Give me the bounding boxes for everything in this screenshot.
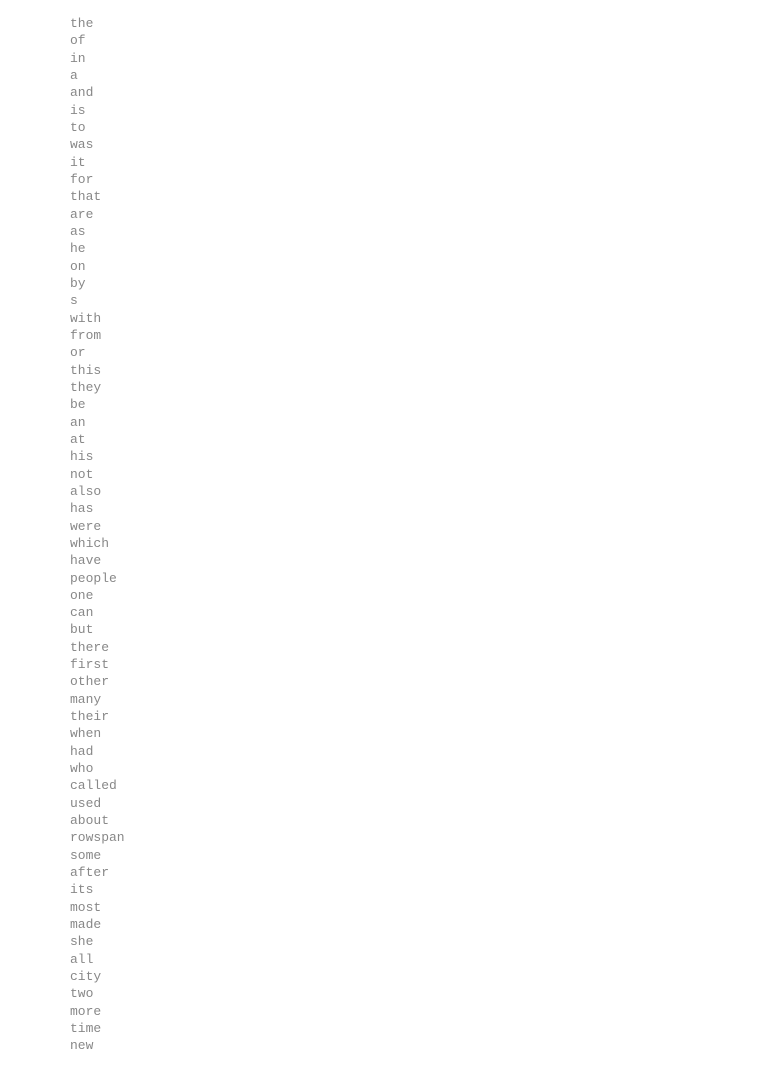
- list-item: s: [70, 292, 698, 309]
- word-list: theofinaandistowasitforthatareasheonbysw…: [70, 15, 698, 1055]
- list-item: rowspan: [70, 829, 698, 846]
- list-item: other: [70, 673, 698, 690]
- list-item: of: [70, 32, 698, 49]
- list-item: to: [70, 119, 698, 136]
- list-item: be: [70, 396, 698, 413]
- list-item: all: [70, 951, 698, 968]
- list-item: at: [70, 431, 698, 448]
- list-item: she: [70, 933, 698, 950]
- list-item: used: [70, 795, 698, 812]
- list-item: more: [70, 1003, 698, 1020]
- list-item: was: [70, 136, 698, 153]
- list-item: called: [70, 777, 698, 794]
- list-item: has: [70, 500, 698, 517]
- list-item: when: [70, 725, 698, 742]
- list-item: city: [70, 968, 698, 985]
- list-item: as: [70, 223, 698, 240]
- list-item: some: [70, 847, 698, 864]
- list-item: who: [70, 760, 698, 777]
- list-item: made: [70, 916, 698, 933]
- list-item: time: [70, 1020, 698, 1037]
- list-item: but: [70, 621, 698, 638]
- list-item: which: [70, 535, 698, 552]
- list-item: the: [70, 15, 698, 32]
- list-item: with: [70, 310, 698, 327]
- list-item: a: [70, 67, 698, 84]
- list-item: that: [70, 188, 698, 205]
- list-item: had: [70, 743, 698, 760]
- list-item: have: [70, 552, 698, 569]
- list-item: about: [70, 812, 698, 829]
- list-item: or: [70, 344, 698, 361]
- list-item: there: [70, 639, 698, 656]
- list-item: new: [70, 1037, 698, 1054]
- list-item: two: [70, 985, 698, 1002]
- list-item: after: [70, 864, 698, 881]
- list-item: people: [70, 570, 698, 587]
- list-item: from: [70, 327, 698, 344]
- list-item: his: [70, 448, 698, 465]
- list-item: for: [70, 171, 698, 188]
- list-item: an: [70, 414, 698, 431]
- list-item: are: [70, 206, 698, 223]
- list-item: many: [70, 691, 698, 708]
- list-item: in: [70, 50, 698, 67]
- list-item: were: [70, 518, 698, 535]
- list-item: their: [70, 708, 698, 725]
- list-item: most: [70, 899, 698, 916]
- list-item: is: [70, 102, 698, 119]
- list-item: on: [70, 258, 698, 275]
- list-item: he: [70, 240, 698, 257]
- list-item: one: [70, 587, 698, 604]
- list-item: this: [70, 362, 698, 379]
- list-item: also: [70, 483, 698, 500]
- list-item: can: [70, 604, 698, 621]
- list-item: and: [70, 84, 698, 101]
- list-item: not: [70, 466, 698, 483]
- list-item: by: [70, 275, 698, 292]
- list-item: first: [70, 656, 698, 673]
- list-item: they: [70, 379, 698, 396]
- list-item: its: [70, 881, 698, 898]
- list-item: it: [70, 154, 698, 171]
